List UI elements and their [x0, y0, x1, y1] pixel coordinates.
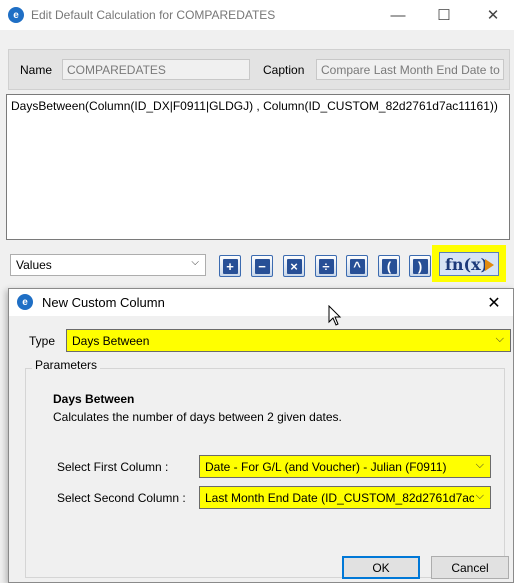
close-button[interactable]: ✕ — [470, 0, 514, 30]
type-label: Type — [29, 334, 56, 348]
section-description: Calculates the number of days between 2 … — [53, 410, 342, 424]
first-column-value: Date - For G/L (and Voucher) - Julian (F… — [205, 460, 447, 474]
parameters-legend: Parameters — [32, 358, 101, 372]
add-operator-button[interactable]: + — [219, 255, 241, 277]
name-label: Name — [20, 63, 53, 77]
minimize-button[interactable]: — — [375, 0, 421, 30]
subtract-operator-button[interactable]: − — [251, 255, 273, 277]
power-operator-button[interactable]: ^ — [346, 255, 368, 277]
first-column-dropdown[interactable]: Date - For G/L (and Voucher) - Julian (F… — [199, 455, 491, 478]
dialog-title-bar: e New Custom Column ✕ — [9, 289, 513, 316]
name-field[interactable]: COMPAREDATES — [62, 59, 250, 80]
first-column-label: Select First Column : — [57, 460, 169, 474]
maximize-button[interactable]: ☐ — [421, 0, 467, 30]
outer-title-bar: e Edit Default Calculation for COMPAREDA… — [0, 0, 514, 30]
cancel-button[interactable]: Cancel — [431, 556, 509, 579]
name-caption-panel: Name COMPAREDATES Caption Compare Last M… — [8, 49, 510, 90]
open-paren-button[interactable]: ( — [378, 255, 400, 277]
new-custom-column-dialog: e New Custom Column ✕ Type Days Between … — [8, 288, 514, 583]
mouse-cursor-icon — [328, 305, 342, 326]
divide-operator-button[interactable]: ÷ — [315, 255, 337, 277]
function-button[interactable]: fn(x) — [439, 252, 499, 276]
type-dropdown[interactable]: Days Between ⌵ — [66, 329, 511, 352]
caption-field[interactable]: Compare Last Month End Date to C — [316, 59, 504, 80]
outer-window-title: Edit Default Calculation for COMPAREDATE… — [31, 8, 276, 22]
type-dropdown-value: Days Between — [72, 334, 150, 348]
dialog-close-button[interactable]: ✕ — [479, 289, 509, 316]
chevron-down-icon: ⌵ — [191, 257, 199, 268]
close-paren-button[interactable]: ) — [409, 255, 431, 277]
values-dropdown[interactable]: Values ⌵ — [10, 254, 206, 276]
app-logo-icon: e — [8, 7, 24, 23]
values-dropdown-label: Values — [16, 258, 52, 272]
play-arrow-icon — [485, 259, 494, 271]
chevron-down-icon: ⌵ — [473, 459, 484, 472]
app-logo-icon: e — [17, 294, 33, 310]
chevron-down-icon: ⌵ — [493, 333, 504, 346]
multiply-operator-button[interactable]: × — [283, 255, 305, 277]
caption-label: Caption — [263, 63, 305, 77]
chevron-down-icon: ⌵ — [473, 490, 484, 503]
ok-button[interactable]: OK — [342, 556, 420, 579]
expression-editor[interactable]: DaysBetween(Column(ID_DX|F0911|GLDGJ) , … — [6, 94, 510, 240]
function-button-label: fn(x) — [445, 254, 489, 274]
second-column-value: Last Month End Date (ID_CUSTOM_82d2761d7… — [205, 491, 475, 505]
second-column-label: Select Second Column : — [57, 491, 186, 505]
section-heading: Days Between — [53, 392, 135, 406]
second-column-dropdown[interactable]: Last Month End Date (ID_CUSTOM_82d2761d7… — [199, 486, 491, 509]
dialog-title: New Custom Column — [42, 295, 165, 310]
